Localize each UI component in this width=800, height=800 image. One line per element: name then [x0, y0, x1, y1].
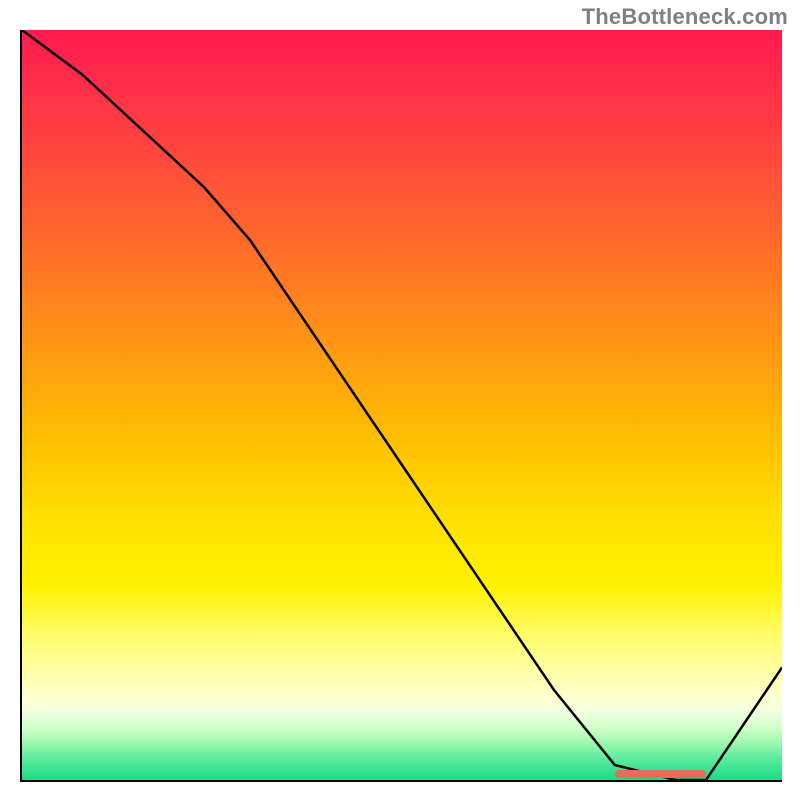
watermark-text: TheBottleneck.com [582, 4, 788, 30]
bottleneck-curve-path [22, 30, 782, 780]
plot-area [20, 30, 782, 782]
chart-container: TheBottleneck.com [0, 0, 800, 800]
optimal-range-marker [615, 770, 706, 778]
curve-svg [22, 30, 782, 780]
